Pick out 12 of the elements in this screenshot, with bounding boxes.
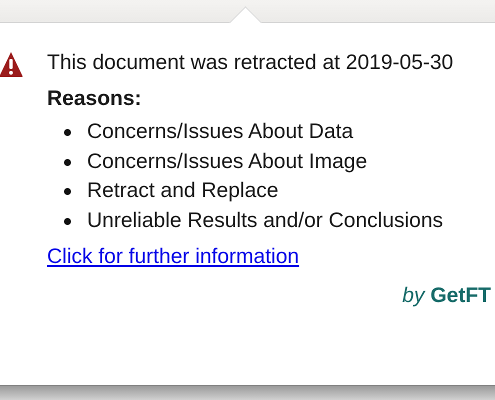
retraction-message: This document was retracted at 2019-05-30 bbox=[47, 50, 454, 76]
bullet-icon bbox=[64, 218, 71, 224]
bullet-icon bbox=[64, 129, 71, 136]
bullet-icon bbox=[64, 188, 71, 195]
reasons-heading: Reasons: bbox=[47, 86, 143, 112]
reason-item: Concerns/Issues About Image bbox=[87, 148, 368, 174]
reason-item: Retract and Replace bbox=[87, 178, 280, 204]
reason-item: Unreliable Results and/or Conclusions bbox=[87, 208, 444, 234]
further-information-link[interactable]: Click for further information bbox=[47, 241, 300, 272]
credit-text: by GetFT bbox=[402, 283, 491, 309]
reason-item: Concerns/Issues About Data bbox=[87, 119, 354, 145]
bullet-icon bbox=[64, 158, 71, 166]
